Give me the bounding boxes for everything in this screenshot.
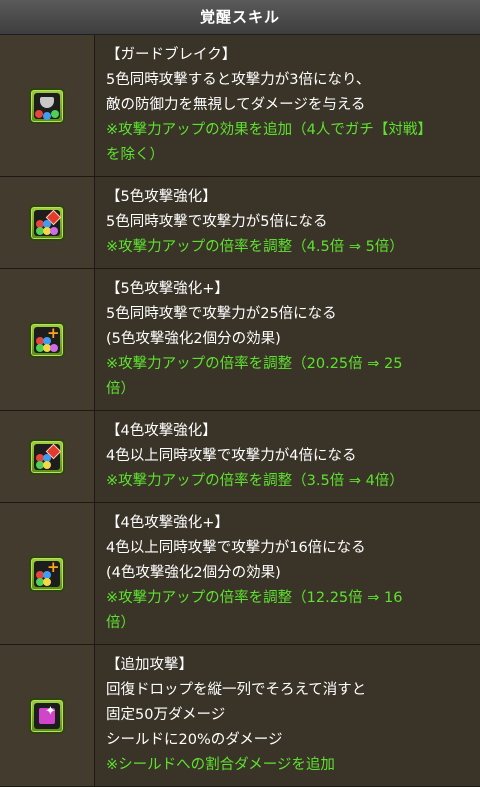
skill-text: (5色攻撃強化2個分の効果): [106, 327, 472, 352]
skill-text: (4色攻撃強化2個分の効果): [106, 561, 472, 586]
page-header: 覚醒スキル: [0, 0, 480, 35]
skill-icon-cell: ✦: [0, 645, 95, 787]
skill-change-note: ※攻撃力アップの効果を追加（4人でガチ【対戦】: [106, 118, 472, 143]
skill-row: 【ガードブレイク】 5色同時攻撃すると攻撃力が3倍になり、 敵の防御力を無視して…: [0, 35, 480, 177]
skill-change-note: 倍）: [106, 377, 472, 402]
skill-description: 【5色攻撃強化】 5色同時攻撃で攻撃力が5倍になる ※攻撃力アップの倍率を調整（…: [95, 177, 480, 269]
five-color-attack-boost-icon[interactable]: [29, 205, 65, 241]
skill-text: 敵の防御力を無視してダメージを与える: [106, 93, 472, 118]
skill-description: 【4色攻撃強化】 4色以上同時攻撃で攻撃力が4倍になる ※攻撃力アップの倍率を調…: [95, 411, 480, 503]
skill-text: 4色以上同時攻撃で攻撃力が16倍になる: [106, 536, 472, 561]
skill-text: 4色以上同時攻撃で攻撃力が4倍になる: [106, 444, 472, 469]
four-color-attack-boost-plus-icon[interactable]: +: [29, 556, 65, 592]
skill-icon-cell: [0, 411, 95, 503]
skill-text: 固定50万ダメージ: [106, 703, 472, 728]
skill-text: 5色同時攻撃で攻撃力が5倍になる: [106, 210, 472, 235]
skill-row: ✦ 【追加攻撃】 回復ドロップを縦一列でそろえて消すと 固定50万ダメージ シー…: [0, 645, 480, 787]
skill-name: 【ガードブレイク】: [106, 43, 472, 68]
skill-change-note: 倍）: [106, 611, 472, 636]
skill-change-note: を除く）: [106, 143, 472, 168]
skill-text: 回復ドロップを縦一列でそろえて消すと: [106, 678, 472, 703]
skill-change-note: ※攻撃力アップの倍率を調整（20.25倍 ⇒ 25: [106, 352, 472, 377]
skill-row: + 【4色攻撃強化+】 4色以上同時攻撃で攻撃力が16倍になる (4色攻撃強化2…: [0, 503, 480, 645]
skill-text: シールドに20%のダメージ: [106, 728, 472, 753]
skill-description: 【4色攻撃強化+】 4色以上同時攻撃で攻撃力が16倍になる (4色攻撃強化2個分…: [95, 503, 480, 645]
skill-change-note: ※攻撃力アップの倍率を調整（4.5倍 ⇒ 5倍）: [106, 235, 472, 260]
skill-icon-cell: +: [0, 269, 95, 411]
skill-row: 【5色攻撃強化】 5色同時攻撃で攻撃力が5倍になる ※攻撃力アップの倍率を調整（…: [0, 177, 480, 269]
skill-change-note: ※攻撃力アップの倍率を調整（3.5倍 ⇒ 4倍）: [106, 469, 472, 494]
skill-name: 【5色攻撃強化】: [106, 185, 472, 210]
skill-text: 5色同時攻撃で攻撃力が25倍になる: [106, 302, 472, 327]
skill-name: 【5色攻撃強化+】: [106, 277, 472, 302]
skill-row: + 【5色攻撃強化+】 5色同時攻撃で攻撃力が25倍になる (5色攻撃強化2個分…: [0, 269, 480, 411]
skill-icon-cell: [0, 177, 95, 269]
skill-description: 【5色攻撃強化+】 5色同時攻撃で攻撃力が25倍になる (5色攻撃強化2個分の効…: [95, 269, 480, 411]
skill-row: 【4色攻撃強化】 4色以上同時攻撃で攻撃力が4倍になる ※攻撃力アップの倍率を調…: [0, 411, 480, 503]
skill-text: 5色同時攻撃すると攻撃力が3倍になり、: [106, 68, 472, 93]
skill-name: 【追加攻撃】: [106, 653, 472, 678]
skill-description: 【追加攻撃】 回復ドロップを縦一列でそろえて消すと 固定50万ダメージ シールド…: [95, 645, 480, 787]
page-title: 覚醒スキル: [200, 8, 280, 26]
five-color-attack-boost-plus-icon[interactable]: +: [29, 322, 65, 358]
skill-name: 【4色攻撃強化】: [106, 419, 472, 444]
skill-icon-cell: +: [0, 503, 95, 645]
additional-attack-icon[interactable]: ✦: [29, 698, 65, 734]
skill-icon-cell: [0, 35, 95, 177]
awakening-skill-table: 【ガードブレイク】 5色同時攻撃すると攻撃力が3倍になり、 敵の防御力を無視して…: [0, 35, 480, 787]
four-color-attack-boost-icon[interactable]: [29, 439, 65, 475]
skill-name: 【4色攻撃強化+】: [106, 511, 472, 536]
skill-change-note: ※攻撃力アップの倍率を調整（12.25倍 ⇒ 16: [106, 586, 472, 611]
guard-break-icon[interactable]: [29, 88, 65, 124]
skill-description: 【ガードブレイク】 5色同時攻撃すると攻撃力が3倍になり、 敵の防御力を無視して…: [95, 35, 480, 177]
skill-change-note: ※シールドへの割合ダメージを追加: [106, 753, 472, 778]
